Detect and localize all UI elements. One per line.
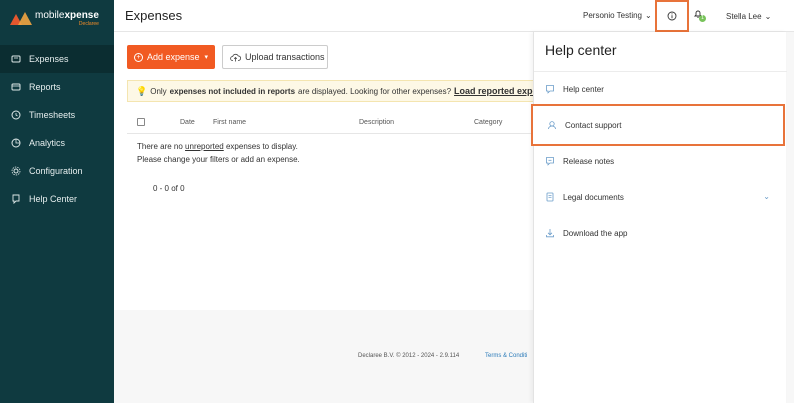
sidebar-item-analytics[interactable]: Analytics [0,129,114,157]
user-menu[interactable]: Stella Lee ⌄ [726,12,771,21]
plus-icon: + [134,52,143,62]
help-item-label: Contact support [565,120,622,130]
reports-icon [11,82,21,92]
add-expense-button[interactable]: + Add expense ▾ [127,45,215,69]
company-name: Personio Testing [583,11,642,20]
chat-icon [545,84,555,94]
cloud-upload-icon [230,53,241,61]
logo-brand-bold: xpense [64,10,99,21]
notifications-button[interactable]: 1 [693,9,707,23]
top-bar: Expenses Personio Testing ⌄ 1 Stella Lee… [114,0,794,32]
help-item-help-center[interactable]: Help center [534,71,787,107]
support-agent-icon [547,120,557,130]
sidebar-item-expenses[interactable]: Expenses [0,45,114,73]
help-item-legal-documents[interactable]: Legal documents ⌄ [534,179,787,215]
column-first-name[interactable]: First name [213,119,246,126]
sidebar-item-reports[interactable]: Reports [0,73,114,101]
logo-brand-light: mobile [35,10,65,21]
empty-state-line2: Please change your filters or add an exp… [137,155,300,164]
lightbulb-icon: 💡 [136,85,148,96]
unreported-link[interactable]: unreported [185,142,224,151]
sidebar-item-label: Reports [29,82,61,92]
add-expense-label: Add expense [147,52,200,62]
empty-state-line1: There are no unreported expenses to disp… [137,142,298,151]
load-reported-expenses-link[interactable]: Load reported expenses [454,86,533,96]
gear-icon [11,166,21,176]
help-item-label: Legal documents [563,192,624,202]
chevron-down-icon: ⌄ [764,12,772,21]
clock-icon [11,110,21,120]
info-button[interactable] [655,0,689,32]
sidebar: mobilexpense Declaree Expenses Reports T… [0,0,114,403]
select-all-checkbox[interactable] [137,118,145,126]
app-logo[interactable]: mobilexpense Declaree [10,11,99,27]
sidebar-item-label: Expenses [29,54,69,64]
help-icon [11,194,21,204]
logo-mark-icon [10,12,32,26]
terms-link[interactable]: Terms & Conditi [485,353,527,359]
expenses-icon [11,54,21,64]
notice-bold: expenses not included in reports [169,86,296,96]
column-category[interactable]: Category [474,119,502,126]
company-selector[interactable]: Personio Testing ⌄ [583,11,652,20]
notice-middle: are displayed. Looking for other expense… [298,86,452,96]
expenses-content: + Add expense ▾ Upload transactions 💡 On… [114,32,534,310]
analytics-icon [11,138,21,148]
help-item-label: Release notes [563,156,615,166]
release-notes-icon [545,156,555,166]
info-icon [667,11,677,21]
help-panel-title: Help center [545,42,617,58]
chevron-down-icon: ▾ [204,54,208,61]
column-date[interactable]: Date [180,119,195,126]
document-icon [545,192,555,202]
sidebar-item-label: Configuration [29,166,83,176]
upload-transactions-label: Upload transactions [245,52,325,62]
empty-suffix: expenses to display. [225,142,298,151]
sidebar-item-timesheets[interactable]: Timesheets [0,101,114,129]
table-header: Date First name Description Category [127,114,534,134]
sidebar-nav: Expenses Reports Timesheets Analytics Co… [0,45,114,213]
sidebar-item-label: Analytics [29,138,66,148]
logo-sub: Declaree [78,21,99,27]
help-item-release-notes[interactable]: Release notes [534,143,787,179]
download-icon [545,228,555,238]
upload-transactions-button[interactable]: Upload transactions [222,45,328,69]
help-item-download-the-app[interactable]: Download the app [534,215,787,251]
column-description[interactable]: Description [359,119,394,126]
chevron-down-icon: ⌄ [645,11,652,20]
help-item-contact-support[interactable]: Contact support [531,104,785,146]
help-center-panel: Help center Help center Contact support … [531,32,787,403]
pagination-info: 0 - 0 of 0 [153,184,185,193]
footer-copyright: Declaree B.V. © 2012 - 2024 - 2.9.114 [358,353,460,359]
help-item-label: Help center [563,84,604,94]
filter-notice: 💡 Only expenses not included in reports … [127,80,534,102]
page-title: Expenses [125,8,183,23]
user-name: Stella Lee [726,12,762,21]
sidebar-item-label: Help Center [29,194,78,204]
sidebar-item-configuration[interactable]: Configuration [0,157,114,185]
empty-prefix: There are no [137,142,183,151]
help-item-label: Download the app [563,228,628,238]
sidebar-item-label: Timesheets [29,110,76,120]
notice-prefix: Only [150,86,167,96]
notification-badge: 1 [699,15,706,22]
sidebar-item-help-center[interactable]: Help Center [0,185,114,213]
chevron-down-icon[interactable]: ⌄ [763,192,770,201]
